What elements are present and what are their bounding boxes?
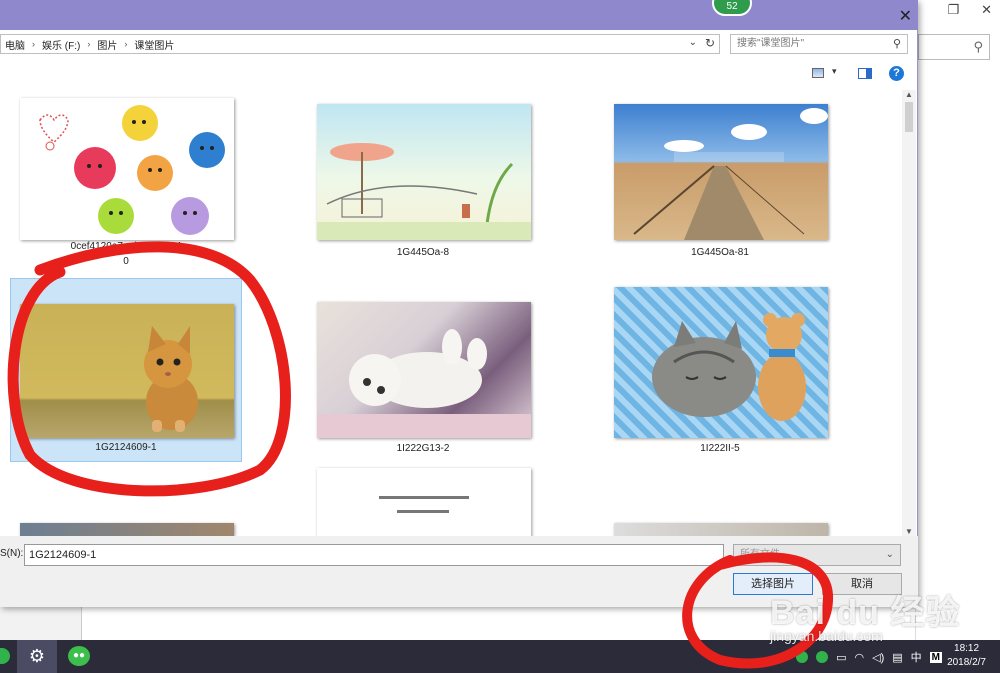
clock-time: 18:12 bbox=[954, 643, 980, 654]
filename-label: S(N): bbox=[0, 548, 24, 559]
view-dropdown-icon[interactable]: ▾ bbox=[832, 66, 837, 77]
file-name: 1G445Oa-81 bbox=[691, 247, 749, 258]
chevron-right-icon[interactable]: › bbox=[121, 39, 130, 49]
system-tray: ^ ▭ ◠ ◁) ▤ 中 M bbox=[783, 649, 942, 665]
close-icon[interactable]: ✕ bbox=[981, 2, 992, 18]
chevron-right-icon[interactable]: › bbox=[29, 39, 38, 49]
address-bar[interactable]: 电脑 › 娱乐 (F:) › 图片 › 课堂图片 ⌄ ↻ bbox=[0, 34, 720, 54]
notification-icon[interactable]: ▤ bbox=[892, 651, 902, 664]
volume-icon[interactable]: ◁) bbox=[872, 651, 884, 664]
wifi-icon[interactable]: ◠ bbox=[855, 651, 865, 664]
breadcrumb-computer[interactable]: 电脑 bbox=[1, 37, 29, 52]
filetype-value: 所有文件 bbox=[740, 549, 780, 560]
search-placeholder: 搜索"课堂图片" bbox=[737, 38, 805, 49]
file-grid: 0cef4120a7...d1_522_34 0 1G445Oa-8 1G445… bbox=[0, 90, 902, 536]
file-thumbnail bbox=[614, 104, 828, 240]
file-name: 1I222II-5 bbox=[700, 443, 740, 454]
view-toolbar: ▾ ? bbox=[0, 62, 918, 88]
file-name: 0cef4120a7...d1_522_34 bbox=[70, 241, 182, 252]
search-icon: ⚲ bbox=[973, 39, 983, 54]
scroll-down-icon[interactable]: ▼ bbox=[905, 527, 913, 536]
file-thumbnail bbox=[614, 287, 828, 438]
file-item[interactable]: 1G445Oa-8 bbox=[307, 90, 539, 276]
tray-app-icon[interactable] bbox=[816, 651, 829, 663]
clock[interactable]: 18:12 2018/2/7 bbox=[947, 642, 986, 670]
chevron-down-icon: ⌄ bbox=[885, 549, 894, 560]
battery-icon[interactable]: ▭ bbox=[836, 651, 846, 664]
search-icon[interactable]: ⚲ bbox=[893, 35, 901, 53]
baidu-watermark: Bai du 经验 bbox=[770, 594, 961, 632]
tray-expand-icon[interactable]: ^ bbox=[783, 651, 788, 663]
file-item[interactable]: 1I222G13-2 bbox=[307, 280, 539, 462]
window-controls: ❐ ✕ bbox=[947, 2, 992, 18]
breadcrumb-drive[interactable]: 娱乐 (F:) bbox=[38, 37, 84, 52]
app-icon[interactable] bbox=[0, 648, 10, 664]
baidu-watermark-url: jingyan.baidu.com bbox=[770, 628, 883, 644]
close-icon[interactable]: ✕ bbox=[899, 6, 912, 26]
file-thumbnail-partial bbox=[614, 523, 828, 536]
file-thumbnail bbox=[317, 104, 531, 240]
file-open-dialog: ✕ 电脑 › 娱乐 (F:) › 图片 › 课堂图片 ⌄ ↻ 搜索"课堂图片" … bbox=[0, 0, 918, 607]
refresh-icon[interactable]: ↻ bbox=[705, 36, 715, 50]
background-window-left bbox=[0, 606, 82, 640]
filetype-select[interactable]: 所有文件 ⌄ bbox=[733, 544, 901, 566]
view-mode-icon[interactable] bbox=[812, 68, 824, 78]
file-thumbnail-partial bbox=[20, 523, 234, 536]
file-thumbnail bbox=[20, 98, 234, 240]
help-icon[interactable]: ? bbox=[889, 66, 904, 81]
settings-gear-icon[interactable]: ⚙ bbox=[17, 640, 57, 673]
file-item[interactable]: 1I222II-5 bbox=[604, 280, 836, 462]
filename-input[interactable]: 1G2124609-1 bbox=[24, 544, 724, 566]
file-name: 1G445Oa-8 bbox=[396, 247, 450, 258]
file-name: 1I222G13-2 bbox=[396, 443, 450, 454]
scrollbar[interactable]: ▲ ▼ bbox=[902, 90, 916, 536]
breadcrumb-class-pictures[interactable]: 课堂图片 bbox=[130, 37, 178, 52]
scroll-thumb[interactable] bbox=[905, 102, 913, 132]
file-item[interactable]: 0cef4120a7...d1_522_34 0 bbox=[10, 90, 242, 276]
dialog-titlebar: ✕ bbox=[0, 0, 918, 30]
notification-badge: 52 bbox=[712, 0, 752, 16]
file-thumbnail bbox=[317, 302, 531, 438]
chevron-right-icon[interactable]: › bbox=[84, 39, 93, 49]
background-window: ❐ ✕ ⚲ bbox=[915, 0, 1000, 640]
background-search-box[interactable]: ⚲ bbox=[918, 34, 990, 60]
tray-app-icon[interactable] bbox=[796, 651, 809, 663]
scroll-up-icon[interactable]: ▲ bbox=[905, 90, 913, 99]
search-input[interactable]: 搜索"课堂图片" ⚲ bbox=[730, 34, 908, 54]
chevron-down-icon[interactable]: ⌄ bbox=[689, 37, 697, 48]
file-name-line2: 0 bbox=[123, 256, 129, 267]
file-item[interactable]: 1G445Oa-81 bbox=[604, 90, 836, 276]
preview-pane-icon[interactable] bbox=[858, 68, 872, 79]
ime-mode-indicator[interactable]: M bbox=[929, 651, 942, 663]
file-thumbnail-partial bbox=[317, 468, 531, 536]
file-item-selected[interactable]: 1G2124609-1 bbox=[10, 278, 242, 462]
taskbar: ⚙ ●● ^ ▭ ◠ ◁) ▤ 中 M 18:12 2018/2/7 bbox=[0, 640, 1000, 673]
restore-icon[interactable]: ❐ bbox=[947, 2, 959, 18]
clock-date: 2018/2/7 bbox=[947, 657, 986, 668]
ime-indicator[interactable]: 中 bbox=[911, 649, 922, 665]
file-name: 1G2124609-1 bbox=[95, 442, 157, 453]
wechat-icon[interactable]: ●● bbox=[68, 646, 90, 666]
file-thumbnail bbox=[20, 304, 234, 438]
breadcrumb-pictures[interactable]: 图片 bbox=[93, 37, 121, 52]
